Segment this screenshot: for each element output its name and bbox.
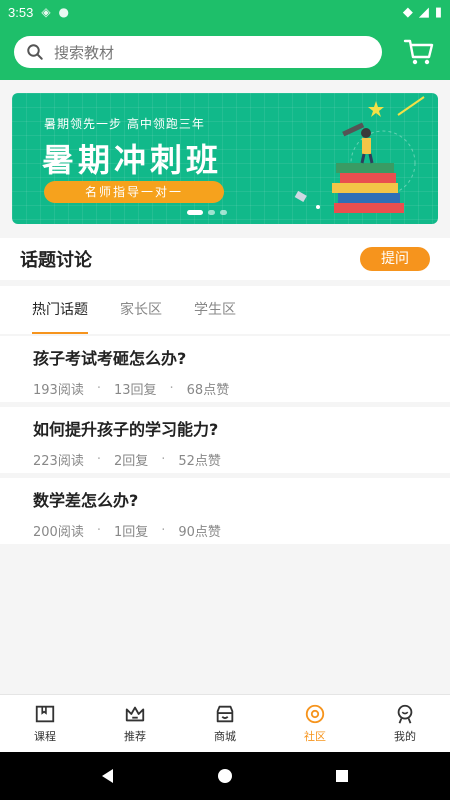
search-input[interactable]: 搜索教材 xyxy=(14,36,382,68)
topic-post[interactable]: 孩子考试考砸怎么办? 193阅读 · 13回复 · 68点赞 xyxy=(0,336,450,402)
back-icon[interactable] xyxy=(99,767,117,785)
status-bar: 3:53 ◈ ● ◆ ◢ ▮ xyxy=(0,0,450,24)
post-question: 孩子考试考砸怎么办? xyxy=(33,349,187,368)
post-meta: 193阅读 · 13回复 · 68点赞 xyxy=(33,379,417,398)
post-reads: 193阅读 xyxy=(33,383,84,398)
post-meta: 200阅读 · 1回复 · 90点赞 xyxy=(33,521,417,540)
wifi-icon: ◆ xyxy=(402,4,413,20)
bottom-nav: 课程 推荐 商城 社区 我的 xyxy=(0,694,450,752)
wifi-status-icon: ◈ xyxy=(41,5,51,19)
cart-icon xyxy=(403,39,434,65)
post-likes: 68点赞 xyxy=(186,383,230,398)
nav-label: 课程 xyxy=(34,730,56,743)
search-placeholder: 搜索教材 xyxy=(54,43,115,62)
post-replies: 1回复 xyxy=(113,525,149,540)
banner-illustration xyxy=(294,96,425,213)
community-content: 暑期领先一步 高中领跑三年 暑期冲刺班 名师指导一对一 话题讨论 提问 热门话题… xyxy=(0,80,450,694)
nav-label: 商城 xyxy=(214,730,236,743)
section-title: 话题讨论 xyxy=(20,250,92,271)
topic-section-header: 话题讨论 提问 xyxy=(0,238,450,280)
profile-icon xyxy=(397,704,413,724)
search-icon xyxy=(27,44,43,60)
banner-dot[interactable] xyxy=(208,210,215,215)
cart-button[interactable] xyxy=(402,35,436,69)
post-replies: 13回复 xyxy=(113,383,157,398)
post-reads: 200阅读 xyxy=(33,525,84,540)
nav-profile[interactable]: 我的 xyxy=(360,695,450,752)
topic-post[interactable]: 数学差怎么办? 200阅读 · 1回复 · 90点赞 xyxy=(0,478,450,544)
meta-separator: · xyxy=(169,381,174,396)
nav-course[interactable]: 课程 xyxy=(0,695,90,752)
tab-hot-topics[interactable]: 热门话题 xyxy=(32,286,88,334)
top-header: 搜索教材 xyxy=(0,24,450,80)
post-likes: 90点赞 xyxy=(178,525,221,540)
tab-students[interactable]: 学生区 xyxy=(194,286,236,334)
banner-pill: 名师指导一对一 xyxy=(44,181,224,203)
post-question: 数学差怎么办? xyxy=(33,491,139,510)
post-question: 如何提升孩子的学习能力? xyxy=(33,420,219,439)
topic-post[interactable]: 如何提升孩子的学习能力? 223阅读 · 2回复 · 52点赞 xyxy=(0,407,450,473)
post-replies: 2回复 xyxy=(113,454,149,469)
status-time: 3:53 xyxy=(8,4,34,20)
app-notification-icon: ● xyxy=(58,5,70,19)
system-nav-bar xyxy=(0,752,450,800)
nav-label: 社区 xyxy=(304,730,326,743)
battery-icon: ▮ xyxy=(434,4,442,20)
banner-subtitle: 暑期领先一步 高中领跑三年 xyxy=(44,117,205,131)
post-reads: 223阅读 xyxy=(33,454,84,469)
nav-store[interactable]: 商城 xyxy=(180,695,270,752)
banner-dot[interactable] xyxy=(187,210,203,215)
topic-tabs: 热门话题 家长区 学生区 xyxy=(0,286,450,334)
recents-icon[interactable] xyxy=(333,767,351,785)
meta-separator: · xyxy=(96,523,101,538)
banner-title: 暑期冲刺班 xyxy=(42,141,223,179)
tab-parents[interactable]: 家长区 xyxy=(120,286,162,334)
banner-pagination xyxy=(187,210,227,215)
nav-label: 我的 xyxy=(394,730,416,743)
store-icon xyxy=(216,705,234,723)
banner-dot[interactable] xyxy=(220,210,227,215)
signal-icon: ◢ xyxy=(418,4,429,20)
ask-question-button[interactable]: 提问 xyxy=(360,247,430,271)
nav-label: 推荐 xyxy=(124,730,146,743)
post-meta: 223阅读 · 2回复 · 52点赞 xyxy=(33,450,417,469)
meta-separator: · xyxy=(96,452,101,467)
community-icon xyxy=(305,704,325,724)
meta-separator: · xyxy=(96,381,101,396)
home-icon[interactable] xyxy=(216,767,234,785)
course-icon xyxy=(35,705,55,723)
promo-banner[interactable]: 暑期领先一步 高中领跑三年 暑期冲刺班 名师指导一对一 xyxy=(12,93,438,224)
meta-separator: · xyxy=(161,452,166,467)
meta-separator: · xyxy=(161,523,166,538)
nav-recommend[interactable]: 推荐 xyxy=(90,695,180,752)
post-likes: 52点赞 xyxy=(178,454,221,469)
crown-icon xyxy=(125,706,145,722)
nav-community[interactable]: 社区 xyxy=(270,695,360,752)
